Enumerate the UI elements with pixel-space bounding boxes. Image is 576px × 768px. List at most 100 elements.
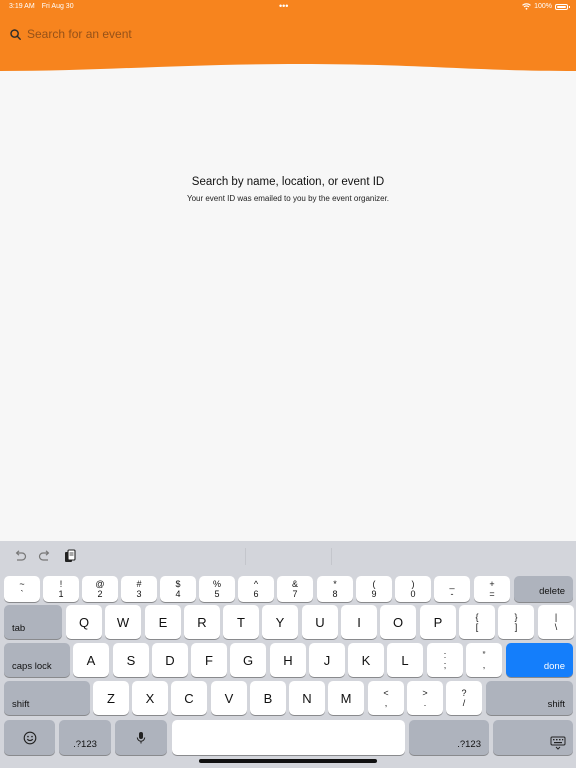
tab-key-label: tab [12, 623, 26, 634]
key-number-4-shift-glyph: $ [175, 579, 181, 589]
key-number-8-glyph: 8 [332, 589, 338, 599]
key-row3-3[interactable]: V [211, 681, 247, 715]
key-row1-2[interactable]: E [145, 605, 181, 639]
key-row1-5[interactable]: Y [262, 605, 298, 639]
key-row1-8[interactable]: O [380, 605, 416, 639]
key-row1-3[interactable]: R [184, 605, 220, 639]
key-number-9-shift-glyph: ( [372, 579, 376, 589]
microphone-key[interactable] [115, 720, 167, 755]
key-row2-1[interactable]: S [113, 643, 149, 677]
key-number-7[interactable]: & 7 [277, 576, 313, 602]
microphone-icon [136, 731, 146, 743]
key-row2-7-label: K [361, 652, 371, 668]
key-number-7-glyph: 7 [292, 589, 298, 599]
key-row3-punct-0[interactable]: <, [368, 681, 404, 715]
key-row3-punct-2-glyphs: ? / [461, 688, 466, 708]
redo-icon[interactable] [38, 549, 52, 563]
shift-key-right[interactable]: shift [486, 681, 573, 715]
key-number-3[interactable]: #3 [121, 576, 157, 602]
numbers-key-right-label: .?123 [457, 739, 481, 750]
shift-key-left[interactable]: shift [4, 681, 90, 715]
tab-key[interactable]: tab [4, 605, 62, 639]
key-number-5[interactable]: % 5 [199, 576, 235, 602]
key-row1-punct-2[interactable]: | \ [538, 605, 574, 639]
key-number-8[interactable]: * 8 [317, 576, 353, 602]
key-row1-9-label: P [433, 614, 443, 630]
done-key[interactable]: done [506, 643, 573, 677]
key-row3-4[interactable]: B [250, 681, 286, 715]
key-row2-punct-0[interactable]: :; [427, 643, 463, 677]
numbers-key-left-label: .?123 [73, 739, 97, 750]
key-row1-7[interactable]: I [341, 605, 377, 639]
key-row2-8-label: L [401, 652, 409, 668]
emoji-key[interactable] [4, 720, 55, 755]
key-row3-punct-2[interactable]: ? / [446, 681, 482, 715]
key-row1-4[interactable]: T [223, 605, 259, 639]
key-number-1-glyphs: ! 1 [58, 579, 63, 599]
search-input[interactable] [27, 27, 327, 41]
key-row3-punct-1[interactable]: >. [407, 681, 443, 715]
key-number-12-shift-glyph: + [489, 579, 495, 589]
key-number-2[interactable]: @2 [82, 576, 118, 602]
key-row2-0[interactable]: A [73, 643, 109, 677]
key-number-6[interactable]: ^ 6 [238, 576, 274, 602]
key-number-10[interactable]: ) 0 [395, 576, 431, 602]
key-row3-2[interactable]: C [171, 681, 207, 715]
key-row3-2-label: C [184, 690, 194, 706]
key-row1-6[interactable]: U [302, 605, 338, 639]
key-row1-1[interactable]: W [105, 605, 141, 639]
key-number-11-glyph: - [450, 589, 454, 599]
key-row3-6[interactable]: M [328, 681, 364, 715]
key-number-6-shift-glyph: ^ [253, 579, 259, 589]
space-bar[interactable] [172, 720, 405, 755]
multitasking-dots-icon[interactable]: ••• [279, 2, 288, 11]
key-number-12[interactable]: + = [474, 576, 510, 602]
numbers-key-left[interactable]: .?123 [59, 720, 111, 755]
key-row3-punct-1-glyphs: >. [422, 688, 427, 708]
key-number-11-glyphs: _ - [449, 579, 454, 599]
paste-icon[interactable] [63, 549, 77, 563]
key-row3-5[interactable]: N [289, 681, 325, 715]
status-bar-left: 3:19 AM Fri Aug 30 [9, 3, 74, 10]
key-number-2-glyphs: @2 [95, 579, 104, 599]
key-row3-0-label: Z [107, 690, 115, 706]
key-number-1-shift-glyph: ! [59, 579, 63, 589]
key-number-0-shift-glyph: ~ [19, 579, 25, 589]
key-row2-punct-1-glyphs: ”, [483, 650, 486, 670]
key-row2-4[interactable]: G [230, 643, 266, 677]
key-row2-punct-1[interactable]: ”, [466, 643, 502, 677]
keyboard-dismiss-key[interactable] [493, 720, 573, 755]
delete-key[interactable]: delete [514, 576, 573, 602]
key-row2-8[interactable]: L [387, 643, 423, 677]
key-row3-0[interactable]: Z [93, 681, 129, 715]
search-bar[interactable] [10, 27, 327, 41]
key-row1-punct-2-glyphs: | \ [555, 612, 558, 632]
numbers-key-right[interactable]: .?123 [409, 720, 489, 755]
key-number-4[interactable]: $4 [160, 576, 196, 602]
key-row2-6[interactable]: J [309, 643, 345, 677]
key-row1-punct-1[interactable]: }] [498, 605, 534, 639]
key-row1-0[interactable]: Q [66, 605, 102, 639]
key-row2-punct-0-glyph: ; [443, 660, 447, 670]
key-number-0[interactable]: ~ ` [4, 576, 40, 602]
key-row1-punct-0-shift-glyph: { [475, 612, 479, 622]
key-row3-1[interactable]: X [132, 681, 168, 715]
search-icon [10, 28, 21, 40]
key-number-9[interactable]: (9 [356, 576, 392, 602]
key-number-10-glyphs: ) 0 [410, 579, 415, 599]
key-row2-5[interactable]: H [270, 643, 306, 677]
key-row1-9[interactable]: P [420, 605, 456, 639]
key-number-1[interactable]: ! 1 [43, 576, 79, 602]
key-number-7-shift-glyph: & [291, 579, 298, 589]
key-number-11[interactable]: _ - [434, 576, 470, 602]
caps-lock-key[interactable]: caps lock [4, 643, 70, 677]
key-row2-3[interactable]: F [191, 643, 227, 677]
undo-icon[interactable] [13, 549, 27, 563]
key-row1-4-label: T [237, 614, 245, 630]
key-number-4-glyph: 4 [175, 589, 181, 599]
key-row2-7[interactable]: K [348, 643, 384, 677]
key-row2-2[interactable]: D [152, 643, 188, 677]
key-row1-punct-0[interactable]: {[ [459, 605, 495, 639]
wifi-icon [522, 3, 531, 10]
done-key-label: done [543, 661, 565, 672]
